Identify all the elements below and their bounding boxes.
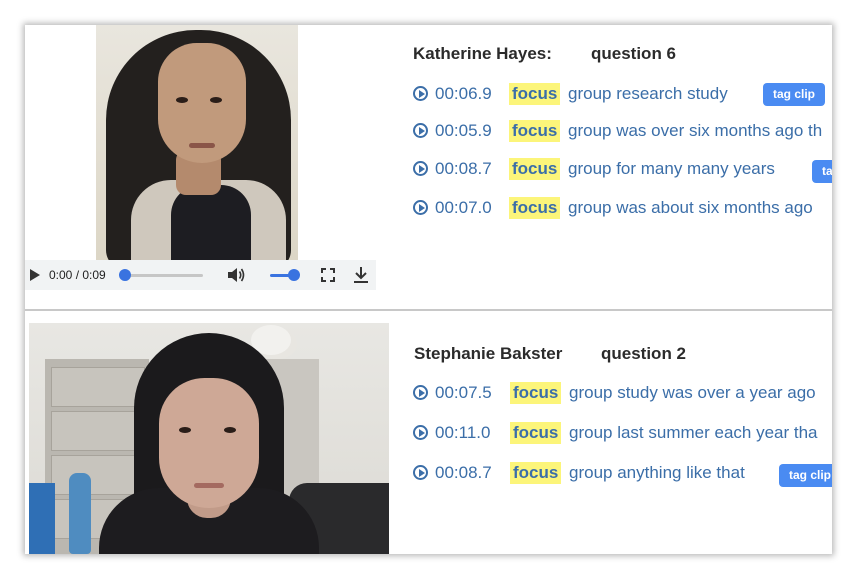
video-thumbnail-stephanie[interactable] bbox=[29, 323, 389, 554]
play-circle-icon[interactable] bbox=[413, 123, 428, 138]
clip-divider bbox=[25, 309, 832, 311]
timestamp-link[interactable]: 00:06.9 bbox=[435, 84, 492, 104]
play-icon[interactable] bbox=[30, 269, 40, 281]
tag-clip-button[interactable]: ta bbox=[812, 160, 832, 183]
keyword-highlight: focus bbox=[510, 422, 562, 444]
video-controls: 0:00 / 0:09 bbox=[25, 260, 376, 290]
time-display: 0:00 / 0:09 bbox=[49, 268, 106, 282]
keyword-highlight: focus bbox=[509, 83, 561, 105]
timestamp-link[interactable]: 00:07.5 bbox=[435, 383, 492, 403]
question-label: question 2 bbox=[601, 344, 687, 363]
volume-icon[interactable] bbox=[226, 266, 246, 284]
play-circle-icon[interactable] bbox=[413, 465, 428, 480]
keyword-highlight: focus bbox=[509, 158, 561, 180]
download-icon[interactable] bbox=[353, 266, 369, 284]
transcript-snippet: group last summer each year tha bbox=[569, 423, 818, 442]
transcript-snippet: group research study bbox=[568, 84, 728, 103]
question-label: question 6 bbox=[591, 44, 677, 63]
transcript-snippet: group for many many years bbox=[568, 159, 775, 178]
play-circle-icon[interactable] bbox=[413, 86, 428, 101]
tag-clip-button[interactable]: tag clip bbox=[763, 83, 826, 106]
tag-clip-button[interactable]: tag clip bbox=[779, 464, 832, 487]
timestamp-link[interactable]: 00:08.7 bbox=[435, 159, 492, 179]
seek-bar[interactable] bbox=[125, 274, 203, 277]
results-card: 0:00 / 0:09 Katherine Hayes: question 6 … bbox=[25, 25, 832, 554]
timestamp-link[interactable]: 00:08.7 bbox=[435, 463, 492, 483]
video-thumbnail-katherine[interactable] bbox=[96, 25, 298, 260]
fullscreen-icon[interactable] bbox=[321, 268, 335, 282]
play-circle-icon[interactable] bbox=[413, 425, 428, 440]
seek-handle[interactable] bbox=[119, 269, 131, 281]
play-circle-icon[interactable] bbox=[413, 385, 428, 400]
transcript-snippet: group was over six months ago th bbox=[568, 121, 823, 140]
timestamp-link[interactable]: 00:11.0 bbox=[435, 423, 490, 443]
transcript-snippet: group was about six months ago bbox=[568, 198, 813, 217]
transcript-snippet: group anything like that bbox=[569, 463, 745, 482]
timestamp-link[interactable]: 00:05.9 bbox=[435, 121, 492, 141]
participant-name: Stephanie Bakster bbox=[414, 344, 563, 363]
timestamp-link[interactable]: 00:07.0 bbox=[435, 198, 492, 218]
play-circle-icon[interactable] bbox=[413, 161, 428, 176]
transcript-snippet: group study was over a year ago bbox=[569, 383, 816, 402]
keyword-highlight: focus bbox=[510, 382, 562, 404]
play-circle-icon[interactable] bbox=[413, 200, 428, 215]
keyword-highlight: focus bbox=[509, 120, 561, 142]
keyword-highlight: focus bbox=[509, 197, 561, 219]
participant-name: Katherine Hayes: bbox=[413, 44, 552, 63]
keyword-highlight: focus bbox=[510, 462, 562, 484]
volume-handle[interactable] bbox=[288, 269, 300, 281]
